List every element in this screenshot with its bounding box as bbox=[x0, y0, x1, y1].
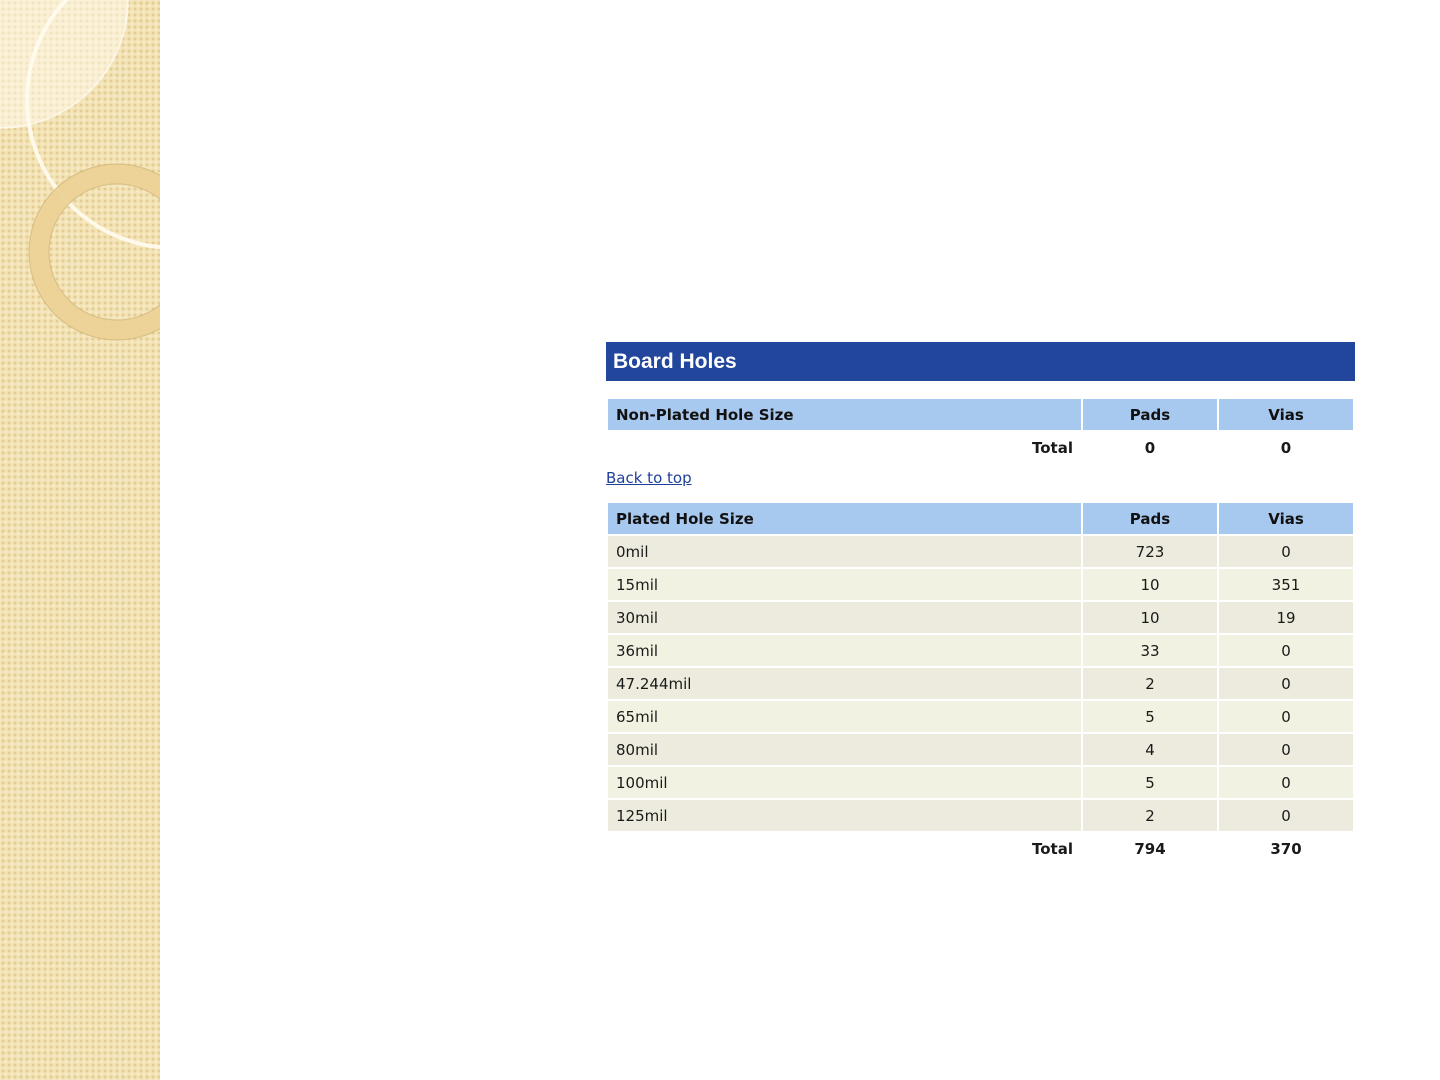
pads-cell: 5 bbox=[1083, 767, 1217, 798]
total-row: Total 794 370 bbox=[608, 833, 1353, 864]
table-header-row: Plated Hole Size Pads Vias bbox=[608, 503, 1353, 534]
pads-cell: 2 bbox=[1083, 668, 1217, 699]
hole-size-cell: 30mil bbox=[608, 602, 1081, 633]
vias-cell: 351 bbox=[1219, 569, 1353, 600]
pads-cell: 33 bbox=[1083, 635, 1217, 666]
table-row: 80mil 4 0 bbox=[608, 734, 1353, 765]
board-holes-section: Board Holes Non-Plated Hole Size Pads Vi… bbox=[606, 342, 1355, 866]
hole-size-cell: 47.244mil bbox=[608, 668, 1081, 699]
vias-cell: 0 bbox=[1219, 536, 1353, 567]
column-header-hole-size: Plated Hole Size bbox=[608, 503, 1081, 534]
hole-size-cell: 0mil bbox=[608, 536, 1081, 567]
hole-size-cell: 80mil bbox=[608, 734, 1081, 765]
non-plated-holes-table: Non-Plated Hole Size Pads Vias Total 0 0 bbox=[606, 397, 1355, 465]
hole-size-cell: 65mil bbox=[608, 701, 1081, 732]
table-row: 30mil 10 19 bbox=[608, 602, 1353, 633]
plated-holes-table: Plated Hole Size Pads Vias 0mil 723 0 15… bbox=[606, 501, 1355, 866]
hole-size-cell: 100mil bbox=[608, 767, 1081, 798]
hole-size-cell: 125mil bbox=[608, 800, 1081, 831]
table-row: 36mil 33 0 bbox=[608, 635, 1353, 666]
pads-cell: 5 bbox=[1083, 701, 1217, 732]
vias-cell: 0 bbox=[1219, 668, 1353, 699]
total-pads: 794 bbox=[1134, 839, 1166, 858]
pads-cell: 2 bbox=[1083, 800, 1217, 831]
pads-cell: 10 bbox=[1083, 569, 1217, 600]
total-pads: 0 bbox=[1144, 438, 1156, 457]
total-vias: 370 bbox=[1270, 839, 1302, 858]
back-to-top-link[interactable]: Back to top bbox=[606, 469, 692, 487]
table-row: 125mil 2 0 bbox=[608, 800, 1353, 831]
hole-size-cell: 36mil bbox=[608, 635, 1081, 666]
decorative-side-strip bbox=[0, 0, 160, 1080]
hole-size-cell: 15mil bbox=[608, 569, 1081, 600]
column-header-pads: Pads bbox=[1083, 399, 1217, 430]
vias-cell: 19 bbox=[1219, 602, 1353, 633]
column-header-vias: Vias bbox=[1219, 399, 1353, 430]
total-row: Total 0 0 bbox=[608, 432, 1353, 463]
column-header-hole-size: Non-Plated Hole Size bbox=[608, 399, 1081, 430]
table-row: 15mil 10 351 bbox=[608, 569, 1353, 600]
pads-cell: 723 bbox=[1083, 536, 1217, 567]
vias-cell: 0 bbox=[1219, 767, 1353, 798]
vias-cell: 0 bbox=[1219, 734, 1353, 765]
column-header-pads: Pads bbox=[1083, 503, 1217, 534]
table-header-row: Non-Plated Hole Size Pads Vias bbox=[608, 399, 1353, 430]
table-row: 47.244mil 2 0 bbox=[608, 668, 1353, 699]
total-label: Total bbox=[1032, 839, 1073, 858]
pads-cell: 10 bbox=[1083, 602, 1217, 633]
total-label: Total bbox=[1032, 438, 1073, 457]
pads-cell: 4 bbox=[1083, 734, 1217, 765]
vias-cell: 0 bbox=[1219, 635, 1353, 666]
decorative-circles-graphic bbox=[0, 0, 160, 341]
vias-cell: 0 bbox=[1219, 701, 1353, 732]
vias-cell: 0 bbox=[1219, 800, 1353, 831]
total-vias: 0 bbox=[1280, 438, 1292, 457]
column-header-vias: Vias bbox=[1219, 503, 1353, 534]
section-title: Board Holes bbox=[606, 342, 1355, 381]
table-row: 100mil 5 0 bbox=[608, 767, 1353, 798]
report-page: Board Holes Non-Plated Hole Size Pads Vi… bbox=[0, 0, 1440, 1080]
table-row: 0mil 723 0 bbox=[608, 536, 1353, 567]
table-row: 65mil 5 0 bbox=[608, 701, 1353, 732]
